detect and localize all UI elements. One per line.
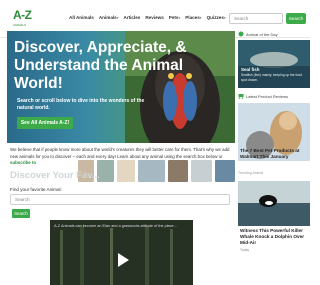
hero-subtitle: Search or scroll below to dive into the … <box>17 98 145 111</box>
latest-review-label: Latest Product Reviews <box>246 93 289 99</box>
orca-image <box>238 181 310 226</box>
orca-article-meta: Today <box>240 248 250 252</box>
orca-article-title[interactable]: Witness This Powerful Killer Whale Knock… <box>240 228 310 246</box>
nav-item-label: Quizzes <box>206 15 224 20</box>
thumbnail[interactable] <box>215 160 235 182</box>
nav-item-label: All Animals <box>69 15 94 20</box>
trending-label: Trending Animal <box>238 171 264 175</box>
animal-of-day-card[interactable]: Seal fish Sealfish (fish) mainly, keepin… <box>238 40 310 88</box>
thumbnail[interactable] <box>168 160 188 182</box>
nav-item-label: Reviews <box>145 15 164 20</box>
latest-review-header: Latest Product Reviews <box>238 93 288 99</box>
nav-item-quizzes[interactable]: Quizzes ▾ <box>207 15 226 20</box>
nav-item-label: Places <box>185 15 200 20</box>
animal-of-day-desc: Sealfish (fish) mainly, keeping up the f… <box>241 73 302 82</box>
animal-thumbnails <box>78 160 235 182</box>
nav-item-pets[interactable]: Pets ▾ <box>169 15 180 20</box>
intro-text: We believe that if people know more abou… <box>10 147 230 159</box>
see-all-animals-button[interactable]: See All Animals A-Z! <box>17 117 73 129</box>
header-search-button[interactable]: Search <box>286 13 306 24</box>
logo-subtext: ANIMALS <box>13 23 27 27</box>
play-icon[interactable] <box>118 253 129 267</box>
nav-item-places[interactable]: Places ▾ <box>185 15 201 20</box>
orca-card-image[interactable] <box>238 181 310 226</box>
animal-of-day-header: Animal of the Day <box>238 31 310 37</box>
nav-item-all-animals[interactable]: All Animals <box>69 15 94 20</box>
nav-item-animals[interactable]: Animals ▾ <box>99 15 119 20</box>
thumbnail[interactable] <box>190 160 213 182</box>
nav-item-articles[interactable]: Articles <box>124 15 141 20</box>
video-caption: A-Z Animals can become an Elan and a gra… <box>54 224 177 228</box>
thumbnail[interactable] <box>117 160 135 182</box>
logo-text: A-Z <box>13 8 32 22</box>
cart-icon <box>238 94 244 99</box>
subscribe-link[interactable]: subscribe to <box>10 160 36 165</box>
hero-title: Discover, Appreciate, & Understand the A… <box>14 39 187 92</box>
nav-item-label: Pets <box>168 15 179 20</box>
main-menu: All Animals Animals ▾ Articles Reviews Pets … <box>69 15 246 20</box>
site-logo[interactable]: A-Z ANIMALS <box>13 9 33 31</box>
paw-icon <box>238 31 244 37</box>
thumbnail[interactable] <box>137 160 166 182</box>
find-animal-label: Find your favorite Animal: <box>10 187 62 192</box>
nav-item-reviews[interactable]: Reviews <box>145 15 163 20</box>
chevron-down-icon: ▾ <box>116 16 119 20</box>
nav-item-label: Articles <box>123 15 141 20</box>
chevron-down-icon: ▾ <box>199 16 202 20</box>
sidebar: Animal of the Day Seal fish Sealfish (fi… <box>238 31 310 285</box>
nav-item-label: Animals <box>98 15 117 20</box>
discover-heading: Discover Your Fav... <box>10 170 100 181</box>
review-title[interactable]: The 7 Best Pet Products at Walmart This … <box>240 148 310 160</box>
header-search-input[interactable]: Search <box>229 13 283 24</box>
chevron-down-icon: ▾ <box>178 16 181 20</box>
find-animal-input[interactable]: Search <box>10 194 230 205</box>
find-animal-button[interactable]: Search <box>12 209 30 218</box>
video-player[interactable]: A-Z Animals can become an Elan and a gra… <box>50 220 193 285</box>
animal-of-day-label: Animal of the Day <box>246 31 278 37</box>
chevron-down-icon: ▾ <box>223 16 226 20</box>
animal-of-day-name: Seal fish <box>241 67 260 72</box>
